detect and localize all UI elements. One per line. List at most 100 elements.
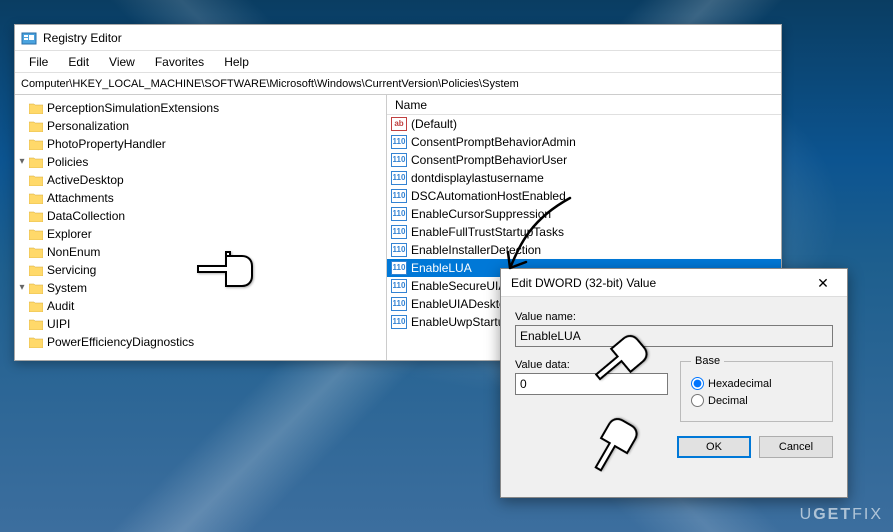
- tree-item-label: PowerEfficiencyDiagnostics: [47, 333, 194, 351]
- chevron-down-icon[interactable]: ▾: [15, 153, 29, 171]
- hex-label: Hexadecimal: [708, 378, 772, 390]
- tree-item[interactable]: Servicing: [15, 261, 386, 279]
- folder-icon: [29, 103, 43, 114]
- menu-edit[interactable]: Edit: [58, 53, 99, 71]
- tree-item-label: PhotoPropertyHandler: [47, 135, 166, 153]
- dword-value-icon: 110: [391, 153, 407, 167]
- dword-value-icon: 110: [391, 315, 407, 329]
- address-bar[interactable]: Computer\HKEY_LOCAL_MACHINE\SOFTWARE\Mic…: [15, 73, 781, 95]
- value-name: EnableLUA: [411, 259, 472, 277]
- menu-help[interactable]: Help: [214, 53, 259, 71]
- tree-item-label: ActiveDesktop: [47, 171, 124, 189]
- dword-value-icon: 110: [391, 171, 407, 185]
- value-name: EnableFullTrustStartupTasks: [411, 223, 564, 241]
- titlebar[interactable]: Registry Editor: [15, 25, 781, 51]
- folder-icon: [29, 157, 43, 168]
- tree-item[interactable]: Audit: [15, 297, 386, 315]
- value-row[interactable]: 110 EnableCursorSuppression: [387, 205, 781, 223]
- tree-item-label: Explorer: [47, 225, 92, 243]
- column-header-name[interactable]: Name: [387, 95, 781, 115]
- window-title: Registry Editor: [43, 31, 122, 45]
- folder-icon: [29, 139, 43, 150]
- value-row[interactable]: 110 ConsentPromptBehaviorAdmin: [387, 133, 781, 151]
- value-row[interactable]: ab (Default): [387, 115, 781, 133]
- dword-value-icon: 110: [391, 297, 407, 311]
- tree-item-label: Policies: [47, 153, 88, 171]
- tree-item-label: NonEnum: [47, 243, 100, 261]
- cancel-button[interactable]: Cancel: [759, 436, 833, 458]
- radio-decimal[interactable]: [691, 394, 704, 407]
- tree-item[interactable]: ActiveDesktop: [15, 171, 386, 189]
- tree-item-label: PerceptionSimulationExtensions: [47, 99, 219, 117]
- value-row[interactable]: 110 ConsentPromptBehaviorUser: [387, 151, 781, 169]
- tree-item-label: Attachments: [47, 189, 114, 207]
- tree-item-label: Personalization: [47, 117, 129, 135]
- folder-icon: [29, 319, 43, 330]
- menu-favorites[interactable]: Favorites: [145, 53, 214, 71]
- tree-item-label: Audit: [47, 297, 74, 315]
- dialog-title: Edit DWORD (32-bit) Value: [511, 276, 656, 290]
- base-fieldset: Base Hexadecimal Decimal: [680, 355, 833, 422]
- dialog-titlebar[interactable]: Edit DWORD (32-bit) Value ✕: [501, 269, 847, 297]
- tree-item-label: System: [47, 279, 87, 297]
- value-name: EnableCursorSuppression: [411, 205, 551, 223]
- folder-icon: [29, 121, 43, 132]
- value-name: ConsentPromptBehaviorAdmin: [411, 133, 576, 151]
- value-row[interactable]: 110 dontdisplaylastusername: [387, 169, 781, 187]
- dword-value-icon: 110: [391, 135, 407, 149]
- tree-item[interactable]: ▾ Policies: [15, 153, 386, 171]
- value-name: EnableInstallerDetection: [411, 241, 541, 259]
- folder-icon: [29, 211, 43, 222]
- tree-item[interactable]: ▾ System: [15, 279, 386, 297]
- tree-item[interactable]: Attachments: [15, 189, 386, 207]
- dword-value-icon: 110: [391, 243, 407, 257]
- menubar: File Edit View Favorites Help: [15, 51, 781, 73]
- dword-value-icon: 110: [391, 261, 407, 275]
- tree-item[interactable]: PhotoPropertyHandler: [15, 135, 386, 153]
- tree-item[interactable]: DataCollection: [15, 207, 386, 225]
- tree-item-label: DataCollection: [47, 207, 125, 225]
- value-name-label: Value name:: [515, 311, 833, 323]
- chevron-down-icon[interactable]: ▾: [15, 279, 29, 297]
- menu-view[interactable]: View: [99, 53, 145, 71]
- string-value-icon: ab: [391, 117, 407, 131]
- dword-value-icon: 110: [391, 225, 407, 239]
- tree-item[interactable]: NonEnum: [15, 243, 386, 261]
- folder-icon: [29, 229, 43, 240]
- close-icon[interactable]: ✕: [807, 272, 839, 294]
- tree-item[interactable]: UIPI: [15, 315, 386, 333]
- ok-button[interactable]: OK: [677, 436, 751, 458]
- value-row[interactable]: 110 DSCAutomationHostEnabled: [387, 187, 781, 205]
- folder-icon: [29, 247, 43, 258]
- radio-hexadecimal[interactable]: [691, 377, 704, 390]
- registry-tree: PerceptionSimulationExtensionsPersonaliz…: [15, 95, 386, 351]
- edit-dword-dialog: Edit DWORD (32-bit) Value ✕ Value name: …: [500, 268, 848, 498]
- dword-value-icon: 110: [391, 189, 407, 203]
- folder-icon: [29, 193, 43, 204]
- dec-label: Decimal: [708, 395, 748, 407]
- value-name: (Default): [411, 115, 457, 133]
- tree-item[interactable]: PowerEfficiencyDiagnostics: [15, 333, 386, 351]
- tree-item[interactable]: Personalization: [15, 117, 386, 135]
- folder-icon: [29, 283, 43, 294]
- dword-value-icon: 110: [391, 279, 407, 293]
- value-row[interactable]: 110 EnableFullTrustStartupTasks: [387, 223, 781, 241]
- value-name: DSCAutomationHostEnabled: [411, 187, 566, 205]
- tree-item[interactable]: Explorer: [15, 225, 386, 243]
- watermark: UGETFIX: [800, 506, 883, 524]
- menu-file[interactable]: File: [19, 53, 58, 71]
- value-row[interactable]: 110 EnableInstallerDetection: [387, 241, 781, 259]
- value-name: ConsentPromptBehaviorUser: [411, 151, 567, 169]
- folder-icon: [29, 265, 43, 276]
- value-name-input: [515, 325, 833, 347]
- tree-item-label: UIPI: [47, 315, 70, 333]
- value-data-input[interactable]: [515, 373, 668, 395]
- dword-value-icon: 110: [391, 207, 407, 221]
- tree-item[interactable]: PerceptionSimulationExtensions: [15, 99, 386, 117]
- folder-icon: [29, 175, 43, 186]
- base-legend: Base: [691, 355, 724, 367]
- tree-panel[interactable]: PerceptionSimulationExtensionsPersonaliz…: [15, 95, 387, 360]
- tree-item-label: Servicing: [47, 261, 96, 279]
- value-data-label: Value data:: [515, 359, 668, 371]
- value-name: dontdisplaylastusername: [411, 169, 544, 187]
